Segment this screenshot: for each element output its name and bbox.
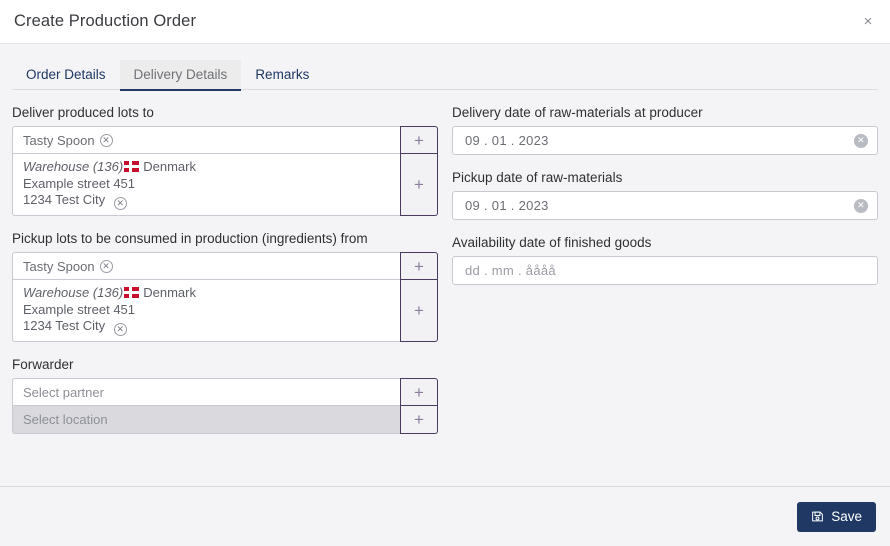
denmark-flag-icon [124, 287, 140, 298]
location-street: Example street 451 [23, 301, 136, 317]
delivery-date-label: Delivery date of raw-materials at produc… [452, 105, 703, 120]
forwarder-location-row: Select location + [12, 406, 438, 434]
deliver-lots-partner-row: Tasty Spoon ✕ + [12, 126, 438, 154]
tab-order-details[interactable]: Order Details [12, 60, 120, 90]
pickup-date-label: Pickup date of raw-materials [452, 170, 623, 185]
forwarder-partner-row: Select partner + [12, 378, 438, 406]
location-city: 1234 Test City [23, 318, 106, 333]
right-column: Delivery date of raw-materials at produc… [452, 104, 878, 486]
availability-date-label: Availability date of finished goods [452, 235, 652, 250]
clear-circle-icon[interactable]: ✕ [113, 323, 127, 336]
deliver-lots-group: Deliver produced lots to Tasty Spoon ✕ +… [12, 104, 438, 216]
pickup-date-input[interactable]: 09 . 01 . 2023 ✕ [452, 191, 878, 220]
save-button[interactable]: Save [797, 501, 876, 532]
left-column: Deliver produced lots to Tasty Spoon ✕ +… [12, 104, 438, 486]
pickup-date-group: Pickup date of raw-materials 09 . 01 . 2… [452, 169, 878, 220]
pickup-lots-location-add-button[interactable]: + [400, 280, 438, 342]
delivery-date-value: 09 . 01 . 2023 [465, 133, 549, 148]
clear-circle-icon[interactable]: ✕ [113, 197, 127, 210]
close-icon[interactable]: × [858, 12, 878, 32]
forwarder-location-add-button[interactable]: + [400, 406, 438, 434]
dialog-header: Create Production Order × [0, 0, 890, 44]
availability-date-value: dd . mm . åååå [465, 263, 556, 278]
location-country: Denmark [143, 285, 196, 300]
denmark-flag-icon [124, 161, 140, 172]
location-city: 1234 Test City [23, 192, 106, 207]
create-production-order-dialog: Create Production Order × Order Details … [0, 0, 890, 546]
location-name-line: Warehouse (136) Denmark [23, 159, 196, 176]
location-name: Warehouse (136) [23, 285, 124, 300]
clear-circle-icon[interactable]: ✕ [99, 259, 113, 273]
deliver-lots-location-row: Warehouse (136) Denmark Example street 45… [12, 154, 438, 216]
pickup-lots-partner-input[interactable]: Tasty Spoon ✕ [12, 252, 401, 280]
forwarder-location-placeholder: Select location [23, 412, 108, 427]
pickup-lots-partner-add-button[interactable]: + [400, 252, 438, 280]
dialog-body: Deliver produced lots to Tasty Spoon ✕ +… [0, 90, 890, 486]
forwarder-location-input: Select location [12, 406, 401, 434]
availability-date-group: Availability date of finished goods dd .… [452, 234, 878, 285]
forwarder-group: Forwarder Select partner + Select locati… [12, 356, 438, 434]
delivery-date-group: Delivery date of raw-materials at produc… [452, 104, 878, 155]
clear-circle-icon[interactable]: ✕ [99, 133, 113, 147]
location-country: Denmark [143, 159, 196, 174]
clear-icon[interactable]: ✕ [854, 198, 868, 213]
pickup-lots-location-input[interactable]: Warehouse (136) Denmark Example street 45… [12, 280, 401, 342]
tab-remarks[interactable]: Remarks [241, 60, 323, 90]
pickup-lots-label: Pickup lots to be consumed in production… [12, 231, 368, 246]
availability-date-input[interactable]: dd . mm . åååå [452, 256, 878, 285]
forwarder-partner-placeholder: Select partner [23, 384, 104, 400]
forwarder-stack: Select partner + Select location + [12, 378, 438, 434]
pickup-lots-partner-value: Tasty Spoon [23, 258, 95, 274]
pickup-lots-location-row: Warehouse (136) Denmark Example street 45… [12, 280, 438, 342]
page-title: Create Production Order [14, 12, 197, 30]
deliver-lots-location-input[interactable]: Warehouse (136) Denmark Example street 45… [12, 154, 401, 216]
tab-bar: Order Details Delivery Details Remarks [0, 44, 890, 91]
pickup-lots-stack: Tasty Spoon ✕ + Warehouse (136) Denmark E… [12, 252, 438, 342]
save-button-label: Save [831, 509, 862, 524]
delivery-date-input[interactable]: 09 . 01 . 2023 ✕ [452, 126, 878, 155]
pickup-lots-partner-row: Tasty Spoon ✕ + [12, 252, 438, 280]
location-city-line: 1234 Test City ✕ [23, 192, 127, 210]
deliver-lots-stack: Tasty Spoon ✕ + Warehouse (136) Denmark E… [12, 126, 438, 216]
save-floppy-icon [811, 510, 824, 523]
forwarder-partner-input[interactable]: Select partner [12, 378, 401, 406]
pickup-lots-group: Pickup lots to be consumed in production… [12, 230, 438, 342]
forwarder-label: Forwarder [12, 357, 74, 372]
location-name-line: Warehouse (136) Denmark [23, 285, 196, 302]
deliver-lots-partner-input[interactable]: Tasty Spoon ✕ [12, 126, 401, 154]
location-street: Example street 451 [23, 175, 136, 191]
location-name: Warehouse (136) [23, 159, 124, 174]
deliver-lots-partner-add-button[interactable]: + [400, 126, 438, 154]
pickup-date-value: 09 . 01 . 2023 [465, 198, 549, 213]
forwarder-partner-add-button[interactable]: + [400, 378, 438, 406]
location-city-line: 1234 Test City ✕ [23, 318, 127, 336]
tab-delivery-details[interactable]: Delivery Details [119, 60, 242, 91]
dialog-footer: Save [0, 486, 890, 546]
deliver-lots-partner-value: Tasty Spoon [23, 132, 95, 148]
clear-icon[interactable]: ✕ [854, 133, 868, 148]
deliver-lots-label: Deliver produced lots to [12, 105, 154, 120]
deliver-lots-location-add-button[interactable]: + [400, 154, 438, 216]
